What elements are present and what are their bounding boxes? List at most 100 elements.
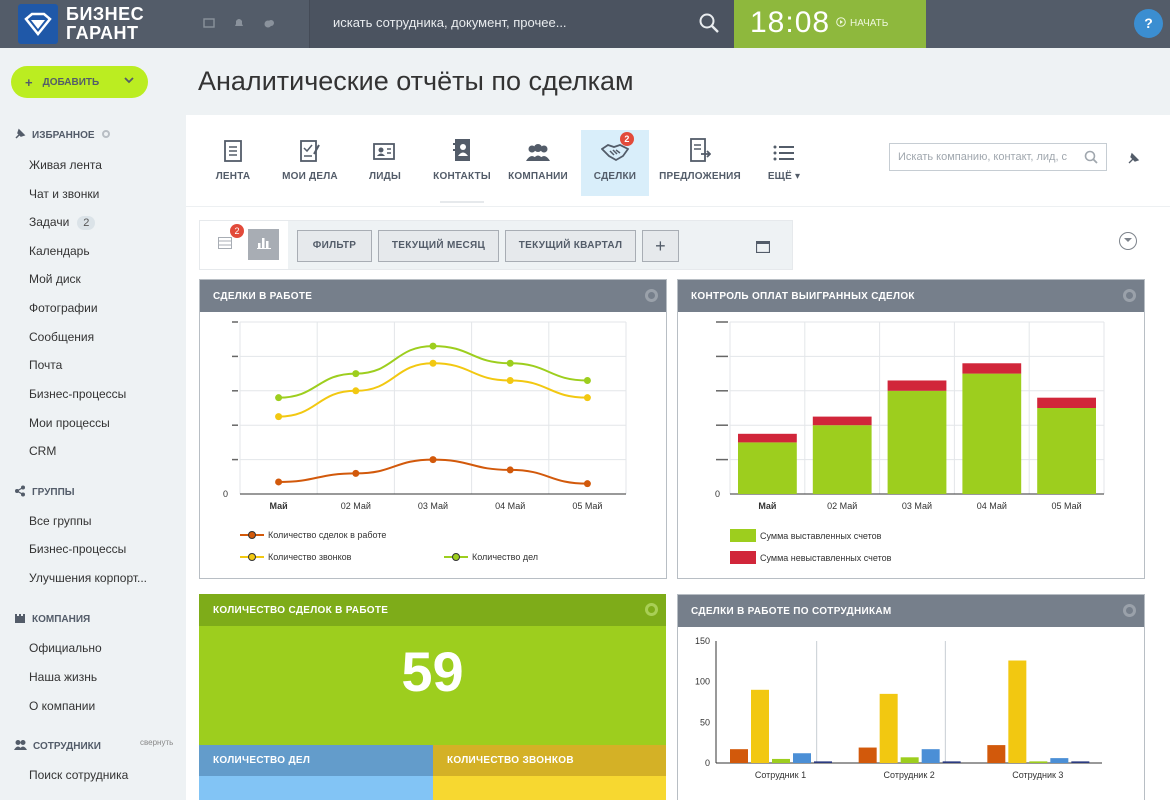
legend-label: Сумма выставленных счетов <box>760 531 882 541</box>
bar <box>858 747 877 763</box>
sidebar-item-calendar[interactable]: Календарь <box>29 244 90 258</box>
work-day-clock[interactable]: 18:08 НАЧАТЬ <box>734 0 926 48</box>
tab-companies-label: КОМПАНИИ <box>508 171 568 182</box>
cloud-icon[interactable] <box>263 16 275 28</box>
tab-deals[interactable]: 2 СДЕЛКИ <box>581 130 649 196</box>
crm-search-input[interactable]: Искать компанию, контакт, лид, с <box>889 143 1107 171</box>
company-title-label: КОМПАНИЯ <box>32 614 91 625</box>
bar-segment <box>887 380 947 391</box>
sidebar-item-my-processes[interactable]: Мои процессы <box>29 416 110 430</box>
pin-icon[interactable] <box>1128 151 1140 169</box>
tab-companies[interactable]: КОМПАНИИ <box>506 130 570 196</box>
list-view-count: 2 <box>230 224 244 238</box>
gear-icon[interactable] <box>1123 604 1136 617</box>
bar <box>987 745 1006 763</box>
chat-icon[interactable] <box>203 16 215 28</box>
data-point <box>275 394 283 402</box>
sidebar-item-photos[interactable]: Фотографии <box>29 301 98 315</box>
tab-my-activities[interactable]: МОИ ДЕЛА <box>276 130 344 196</box>
data-point <box>352 469 360 477</box>
sidebar-item-all-groups[interactable]: Все группы <box>29 514 92 528</box>
sidebar-item-tasks[interactable]: Задачи 2 <box>29 215 96 230</box>
deals-line-chart: 0 Май 02 Май 03 Май 04 Май 05 Май Количество с… <box>223 321 627 562</box>
tab-more-label: ЕЩЁ ▾ <box>760 171 808 182</box>
bar <box>879 693 898 763</box>
global-search-input[interactable]: искать сотрудника, документ, прочее... <box>333 15 567 30</box>
sidebar-item-about[interactable]: О компании <box>29 699 95 713</box>
groups-title[interactable]: ГРУППЫ <box>14 485 75 500</box>
collapse-link[interactable]: свернуть <box>140 738 173 747</box>
add-button[interactable]: + ДОБАВИТЬ <box>11 66 148 98</box>
bar <box>942 761 961 763</box>
groups-title-label: ГРУППЫ <box>32 487 75 498</box>
gear-icon[interactable] <box>645 603 658 616</box>
x-tick-label: 04 Май <box>977 501 1007 511</box>
add-filter-button[interactable]: + <box>642 230 679 262</box>
collapse-widgets-icon[interactable] <box>1119 232 1137 250</box>
tab-underline <box>440 201 484 203</box>
search-icon[interactable] <box>698 12 720 39</box>
bar <box>772 758 790 763</box>
chart-view-button[interactable] <box>248 229 279 260</box>
calendar-icon[interactable] <box>755 240 771 258</box>
sidebar-item-crm[interactable]: CRM <box>29 444 56 458</box>
staff-title[interactable]: СОТРУДНИКИ <box>14 739 101 754</box>
x-tick-label: 03 Май <box>902 501 932 511</box>
gear-icon[interactable] <box>645 289 658 302</box>
sidebar-item-our-life[interactable]: Наша жизнь <box>29 670 97 684</box>
search-icon[interactable] <box>1084 150 1098 167</box>
x-tick-label: 03 Май <box>418 501 448 511</box>
view-switcher: 2 <box>200 221 288 269</box>
deals-count-badge: 2 <box>620 132 634 146</box>
bar <box>730 749 748 763</box>
x-tick-label: 05 Май <box>572 501 602 511</box>
start-day-button[interactable]: НАЧАТЬ <box>836 17 888 30</box>
tab-more[interactable]: ЕЩЁ ▾ <box>760 130 808 196</box>
current-quarter-button[interactable]: ТЕКУЩИЙ КВАРТАЛ <box>505 230 636 262</box>
gear-icon[interactable] <box>101 129 111 142</box>
sidebar-item-improvements[interactable]: Улучшения корпорт... <box>29 571 147 585</box>
sidebar-item-my-drive[interactable]: Мой диск <box>29 272 81 286</box>
global-search[interactable]: искать сотрудника, документ, прочее... <box>309 0 734 48</box>
checklist-icon <box>276 130 344 162</box>
sidebar-item-live-feed[interactable]: Живая лента <box>29 158 102 172</box>
sidebar-item-chat[interactable]: Чат и звонки <box>29 187 99 201</box>
logo[interactable]: БИЗНЕС ГАРАНТ <box>18 4 144 44</box>
export-document-icon <box>658 130 742 162</box>
sidebar-item-messages[interactable]: Сообщения <box>29 330 94 344</box>
data-point <box>583 394 591 402</box>
tab-contacts[interactable]: КОНТАКТЫ <box>431 130 493 196</box>
bar-segment <box>962 373 1022 494</box>
page-title: Аналитические отчёты по сделкам <box>198 66 634 96</box>
sidebar-item-mail[interactable]: Почта <box>29 358 62 372</box>
sidebar-item-official[interactable]: Официально <box>29 641 102 655</box>
tab-leads[interactable]: ЛИДЫ <box>358 130 412 196</box>
tab-feed[interactable]: ЛЕНТА <box>206 130 260 196</box>
help-button[interactable]: ? <box>1134 9 1163 38</box>
sidebar-item-find-employee[interactable]: Поиск сотрудника <box>29 768 128 782</box>
add-button-label: ДОБАВИТЬ <box>42 76 100 88</box>
tab-deals-label: СДЕЛКИ <box>593 171 637 182</box>
tasks-count-badge: 2 <box>77 216 96 230</box>
company-title[interactable]: КОМПАНИЯ <box>14 612 90 627</box>
payments-bar-chart: 0 Май 02 Май 03 Май 04 Май 05 Май Сумма выстав… <box>715 321 1105 564</box>
widget-deals-in-work: СДЕЛКИ В РАБОТЕ 0 Май 02 Май 03 Май 04 Май 05… <box>199 279 667 579</box>
caret-down-icon: ▾ <box>794 171 801 182</box>
current-month-button[interactable]: ТЕКУЩИЙ МЕСЯЦ <box>378 230 499 262</box>
sidebar-item-business-processes[interactable]: Бизнес-процессы <box>29 387 126 401</box>
clock-time: 18:08 <box>750 6 831 39</box>
tab-proposals[interactable]: ПРЕДЛОЖЕНИЯ <box>658 130 742 196</box>
filter-button[interactable]: ФИЛЬТР <box>297 230 372 262</box>
data-point <box>506 376 514 384</box>
gear-icon[interactable] <box>1123 289 1136 302</box>
y-tick-label: 0 <box>223 489 228 499</box>
legend-marker <box>248 531 256 539</box>
legend-swatch <box>730 529 756 542</box>
data-point <box>506 359 514 367</box>
bell-icon[interactable] <box>233 16 245 28</box>
sidebar: + ДОБАВИТЬ ИЗБРАННОЕ Живая лента Чат и з… <box>0 48 186 800</box>
bar <box>1029 761 1048 763</box>
sidebar-item-group-business-processes[interactable]: Бизнес-процессы <box>29 542 126 556</box>
bar-segment <box>1037 397 1096 408</box>
favorites-title[interactable]: ИЗБРАННОЕ <box>14 128 111 143</box>
